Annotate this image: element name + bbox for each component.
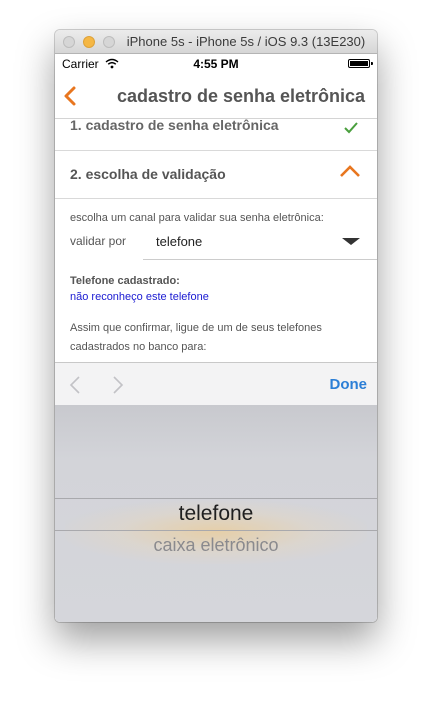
info-text-line-2: cadastrados no banco para: <box>70 341 207 353</box>
step-registration-label: 1. cadastro de senha eletrônica <box>70 117 279 133</box>
unrecognized-phone-link[interactable]: não reconheço este telefone <box>70 291 209 303</box>
picker-option[interactable]: caixa eletrônico <box>55 535 377 556</box>
navigation-bar: cadastro de senha eletrônica <box>55 74 377 119</box>
validation-channel-select[interactable]: telefone <box>143 223 377 260</box>
registered-phone-heading: Telefone cadastrado: <box>70 275 180 287</box>
keyboard-toolbar: Done <box>55 362 377 406</box>
page-title: cadastro de senha eletrônica <box>116 86 366 106</box>
picker-option-selected[interactable]: telefone <box>55 502 377 526</box>
chevron-up-icon[interactable] <box>339 164 361 178</box>
minimize-window-button[interactable] <box>83 36 95 48</box>
selected-channel: telefone <box>156 234 203 249</box>
picker-divider-top <box>55 498 377 499</box>
next-field-button[interactable] <box>112 376 124 394</box>
step-validation-row[interactable]: 2. escolha de validação <box>55 150 377 199</box>
check-icon <box>344 122 358 134</box>
done-button[interactable]: Done <box>330 376 368 393</box>
window-title: iPhone 5s - iPhone 5s / iOS 9.3 (13E230) <box>126 34 366 49</box>
dropdown-arrow-icon <box>342 238 360 245</box>
previous-field-button[interactable] <box>69 376 81 394</box>
battery-icon <box>348 59 373 68</box>
close-window-button[interactable] <box>63 36 75 48</box>
channel-picker[interactable]: telefone caixa eletrônico <box>55 405 377 622</box>
step-registration-row[interactable]: 1. cadastro de senha eletrônica <box>55 117 377 151</box>
status-bar: Carrier 4:55 PM <box>55 54 377 74</box>
picker-divider-bottom <box>55 530 377 531</box>
validate-by-label: validar por <box>70 234 127 248</box>
status-time: 4:55 PM <box>193 57 239 71</box>
window-titlebar: iPhone 5s - iPhone 5s / iOS 9.3 (13E230) <box>55 30 377 54</box>
zoom-window-button[interactable] <box>103 36 115 48</box>
step-validation-label: 2. escolha de validação <box>70 166 226 182</box>
info-text-line-1: Assim que confirmar, ligue de um de seus… <box>70 322 322 334</box>
device-screen: Carrier 4:55 PM cadastro de senha eletrô… <box>55 54 377 622</box>
simulator-window: iPhone 5s - iPhone 5s / iOS 9.3 (13E230)… <box>55 30 377 622</box>
